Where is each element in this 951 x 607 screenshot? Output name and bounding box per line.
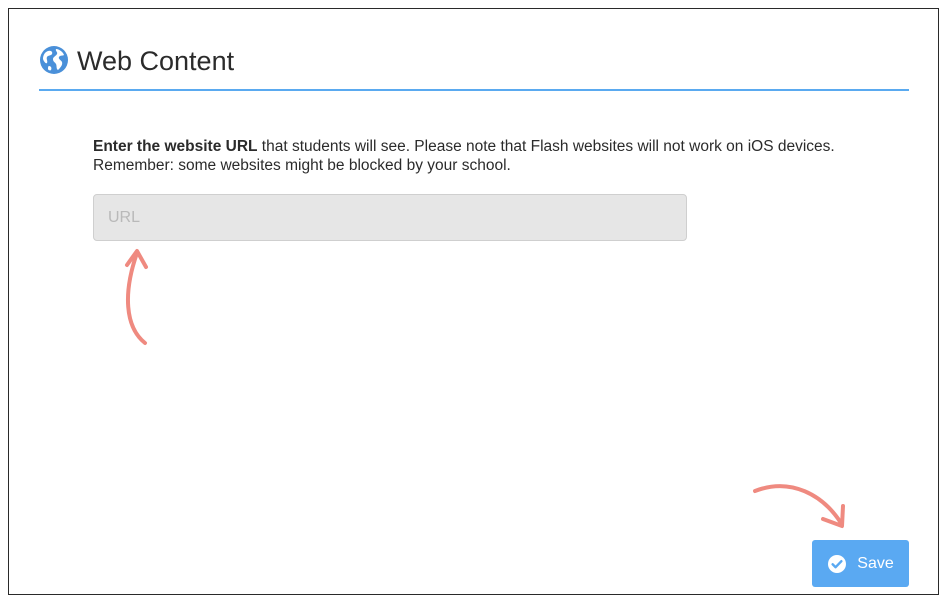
instructions-line-2: Remember: some websites might be blocked… [93,157,511,174]
annotation-arrow-url [125,249,148,345]
url-input[interactable] [93,194,687,241]
instructions-line-1: that students will see. Please note that… [257,138,835,155]
save-button[interactable]: Save [812,540,909,587]
panel-header: Web Content [39,39,909,91]
save-button-label: Save [857,554,894,572]
instructions-bold-lead: Enter the website URL [93,138,258,155]
url-instructions: Enter the website URL that students will… [93,137,883,175]
web-content-panel: Web Content Enter the website URL that s… [8,8,939,595]
page-title: Web Content [77,46,235,76]
check-circle-icon [828,554,847,573]
annotation-arrow-save [753,484,845,528]
globe-icon [40,46,68,74]
